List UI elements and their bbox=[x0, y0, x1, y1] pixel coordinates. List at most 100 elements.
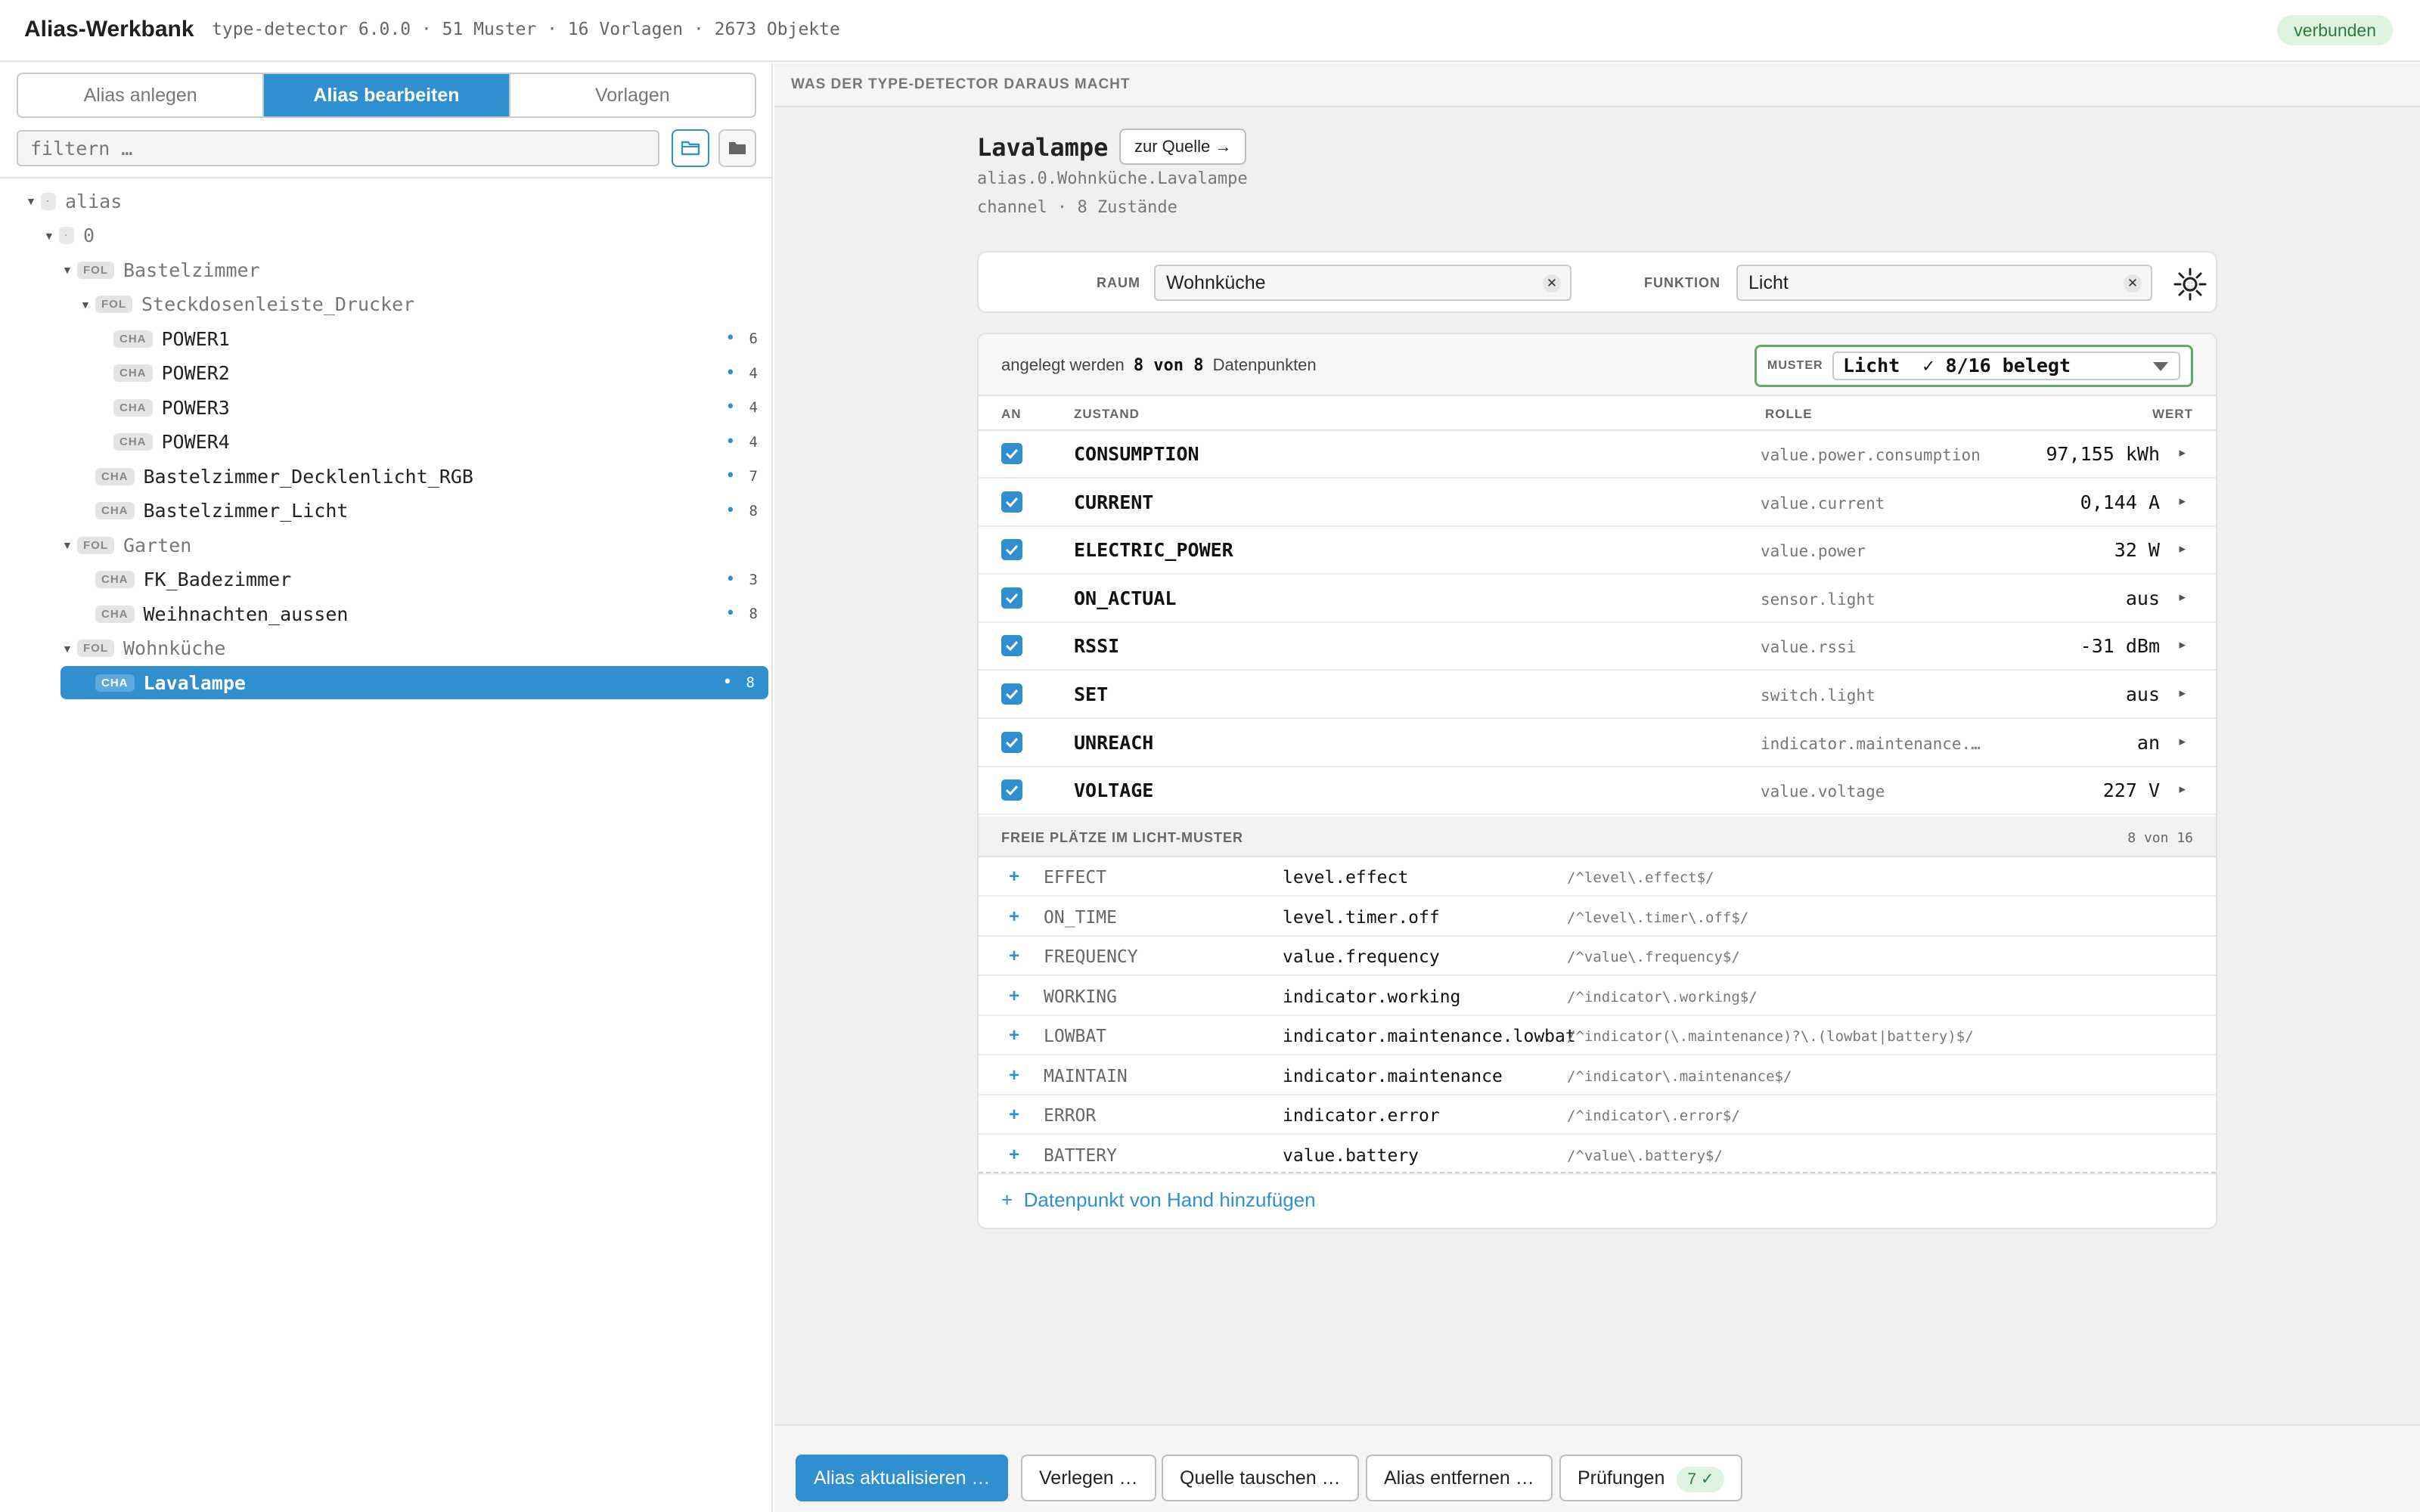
enable-checkbox[interactable] bbox=[1001, 443, 1022, 464]
remove-alias-button[interactable]: Alias entfernen … bbox=[1366, 1455, 1553, 1501]
tree-item[interactable]: CHA POWER4 • 4 bbox=[0, 426, 771, 459]
caret-down-icon[interactable]: ▼ bbox=[44, 230, 59, 242]
tree-item-label: POWER4 bbox=[161, 431, 230, 453]
checks-button[interactable]: Prüfungen 7 ✓ bbox=[1559, 1455, 1743, 1501]
state-role: value.voltage bbox=[1761, 782, 1885, 801]
room-field[interactable] bbox=[1156, 266, 1570, 299]
expand-arrow-icon[interactable]: ▸ bbox=[2179, 686, 2186, 701]
state-value: an bbox=[2136, 731, 2160, 754]
expand-arrow-icon[interactable]: ▸ bbox=[2179, 541, 2186, 556]
update-alias-button[interactable]: Alias aktualisieren … bbox=[796, 1455, 1009, 1501]
table-row: ON_ACTUAL sensor.light aus ▸ bbox=[979, 575, 2216, 623]
go-to-source-button[interactable]: zur Quelle → bbox=[1119, 129, 1247, 165]
expand-all-button[interactable] bbox=[672, 129, 709, 167]
caret-down-icon[interactable]: ▼ bbox=[26, 195, 41, 207]
list-item[interactable]: + ON_TIME level.timer.off /^level\.timer\.o… bbox=[979, 897, 2216, 937]
tree-item[interactable]: CHA Lavalampe • 8 bbox=[60, 666, 768, 699]
enable-checkbox[interactable] bbox=[1001, 635, 1022, 657]
expand-arrow-icon[interactable]: ▸ bbox=[2179, 445, 2186, 460]
tree-item[interactable]: ▼ · 0 bbox=[0, 219, 771, 253]
divider bbox=[0, 177, 771, 178]
list-item[interactable]: + EFFECT level.effect /^level\.effect$/ bbox=[979, 857, 2216, 897]
tree-item[interactable]: CHA Weihnachten_aussen • 8 bbox=[0, 597, 771, 631]
tab-alias-anlegen[interactable]: Alias anlegen bbox=[18, 74, 265, 116]
caret-down-icon[interactable]: ▼ bbox=[62, 643, 77, 655]
object-path: alias.0.Wohnküche.Lavalampe bbox=[977, 169, 1248, 188]
clear-room-icon[interactable]: ✕ bbox=[1543, 274, 1561, 293]
tree-item-label: Bastelzimmer_Decklenlicht_RGB bbox=[143, 465, 474, 488]
enable-checkbox[interactable] bbox=[1001, 779, 1022, 801]
state-name: VOLTAGE bbox=[1074, 779, 1154, 802]
tree-item-label: POWER1 bbox=[161, 327, 230, 350]
add-slot-icon[interactable]: + bbox=[1009, 906, 1019, 928]
datapoints-summary: angelegt werden 8 von 8 Datenpunkten bbox=[1001, 355, 1317, 375]
move-button[interactable]: Verlegen … bbox=[1021, 1455, 1156, 1501]
state-role: value.rssi bbox=[1761, 638, 1857, 657]
datapoints-card: angelegt werden 8 von 8 Datenpunkten MUS… bbox=[977, 333, 2217, 1229]
expand-arrow-icon[interactable]: ▸ bbox=[2179, 590, 2186, 605]
list-item[interactable]: + WORKING indicator.working /^indicator\.wo… bbox=[979, 977, 2216, 1016]
tree-item[interactable]: ▼ FOL Garten bbox=[0, 528, 771, 562]
expand-arrow-icon[interactable]: ▸ bbox=[2179, 494, 2186, 509]
expand-arrow-icon[interactable]: ▸ bbox=[2179, 637, 2186, 652]
collapse-all-button[interactable] bbox=[718, 129, 756, 167]
list-item[interactable]: + LOWBAT indicator.maintenance.lowbat/^ind… bbox=[979, 1016, 2216, 1055]
tree-item[interactable]: CHA POWER2 • 4 bbox=[0, 357, 771, 390]
state-value: 227 V bbox=[2102, 779, 2160, 802]
caret-down-icon[interactable]: ▼ bbox=[80, 299, 95, 311]
add-slot-icon[interactable]: + bbox=[1009, 1065, 1019, 1086]
caret-down-icon[interactable]: ▼ bbox=[62, 539, 77, 551]
slot-regex: /^value\.battery$/ bbox=[1567, 1147, 1723, 1164]
tree-item[interactable]: ▼ · alias bbox=[0, 184, 771, 218]
enable-checkbox[interactable] bbox=[1001, 587, 1022, 609]
expand-arrow-icon[interactable]: ▸ bbox=[2179, 782, 2186, 797]
status-dot-icon: • bbox=[725, 329, 736, 348]
add-slot-icon[interactable]: + bbox=[1009, 986, 1019, 1007]
tree-item[interactable]: CHA Bastelzimmer_Decklenlicht_RGB • 7 bbox=[0, 460, 771, 493]
muster-select[interactable]: Licht ✓ 8/16 belegt bbox=[1832, 352, 2180, 380]
col-on: AN bbox=[1001, 407, 1022, 421]
enable-checkbox[interactable] bbox=[1001, 539, 1022, 561]
tree-item[interactable]: CHA Bastelzimmer_Licht • 8 bbox=[0, 494, 771, 528]
list-item[interactable]: + MAINTAIN indicator.maintenance /^indicato… bbox=[979, 1056, 2216, 1095]
chevron-down-icon bbox=[2153, 362, 2168, 371]
slot-role: value.battery bbox=[1283, 1145, 1419, 1166]
enable-checkbox[interactable] bbox=[1001, 683, 1022, 705]
expand-arrow-icon[interactable]: ▸ bbox=[2179, 734, 2186, 749]
filter-input[interactable] bbox=[17, 130, 659, 166]
tab-vorlagen[interactable]: Vorlagen bbox=[510, 74, 755, 116]
add-datapoint-manually[interactable]: + Datenpunkt von Hand hinzufügen bbox=[979, 1172, 2216, 1226]
add-slot-icon[interactable]: + bbox=[1009, 1145, 1019, 1166]
list-item[interactable]: + BATTERY value.battery /^value\.battery$/ bbox=[979, 1136, 2216, 1175]
tab-alias-bearbeiten[interactable]: Alias bearbeiten bbox=[264, 74, 510, 116]
check-icon bbox=[1005, 593, 1019, 603]
light-bulb-icon[interactable] bbox=[2172, 266, 2208, 302]
tree-item[interactable]: ▼ FOL Wohnküche bbox=[0, 632, 771, 665]
status-dot-icon: • bbox=[725, 604, 736, 623]
add-slot-icon[interactable]: + bbox=[1009, 1105, 1019, 1126]
tree-item[interactable]: CHA POWER1 • 6 bbox=[0, 322, 771, 355]
tree-item-label: Wohnküche bbox=[123, 637, 226, 659]
add-slot-icon[interactable]: + bbox=[1009, 866, 1019, 888]
function-field[interactable] bbox=[1738, 266, 2151, 299]
slot-name: EFFECT bbox=[1044, 868, 1107, 888]
caret-down-icon[interactable]: ▼ bbox=[62, 264, 77, 276]
tree-item[interactable]: CHA FK_Badezimmer • 3 bbox=[0, 563, 771, 596]
add-slot-icon[interactable]: + bbox=[1009, 946, 1019, 967]
state-name: ELECTRIC_POWER bbox=[1074, 539, 1233, 562]
slot-name: ON_TIME bbox=[1044, 907, 1117, 928]
enable-checkbox[interactable] bbox=[1001, 491, 1022, 513]
free-slots-header: FREIE PLÄTZE IM LICHT-MUSTER 8 von 16 bbox=[979, 816, 2216, 857]
type-chip: FOL bbox=[77, 261, 114, 279]
enable-checkbox[interactable] bbox=[1001, 731, 1022, 753]
list-item[interactable]: + ERROR indicator.error /^indicator\.error$… bbox=[979, 1095, 2216, 1135]
add-datapoint-label: + Datenpunkt von Hand hinzufügen bbox=[1001, 1188, 1316, 1211]
clear-function-icon[interactable]: ✕ bbox=[2124, 274, 2142, 293]
swap-source-button[interactable]: Quelle tauschen … bbox=[1162, 1455, 1359, 1501]
add-slot-icon[interactable]: + bbox=[1009, 1025, 1019, 1046]
tree-item[interactable]: ▼ FOL Bastelzimmer bbox=[0, 253, 771, 287]
tree-item[interactable]: CHA POWER3 • 4 bbox=[0, 391, 771, 424]
list-item[interactable]: + FREQUENCY value.frequency /^value\.freque… bbox=[979, 937, 2216, 976]
tree-item[interactable]: ▼ FOL Steckdosenleiste_Drucker bbox=[0, 288, 771, 321]
table-row: SET switch.light aus ▸ bbox=[979, 671, 2216, 719]
